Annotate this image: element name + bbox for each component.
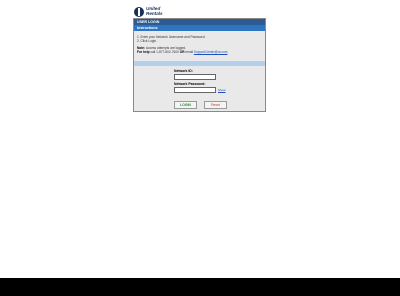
support-email-link[interactable]: SupportCenter@ur.com (194, 50, 228, 54)
help-email-prefix: email (185, 50, 194, 54)
show-password-link[interactable]: Show (218, 88, 226, 92)
instructions-body: 1. Enter your Network Username and Passw… (137, 35, 263, 54)
help-or-label: OR (179, 50, 185, 54)
page-background: United Rentals USER LOGIN Instructions 1… (0, 0, 400, 278)
bottom-black-bar (0, 278, 400, 296)
reset-button[interactable]: Reset (204, 101, 227, 109)
network-password-input[interactable] (174, 87, 216, 93)
network-password-label: Network Password: (174, 82, 206, 86)
logo-mark-icon (134, 7, 144, 17)
united-rentals-logo: United Rentals (134, 6, 163, 18)
network-id-input[interactable] (174, 74, 216, 80)
help-label: For help (137, 50, 150, 54)
help-line: For help call 1-877-802-7600 OR email Su… (137, 50, 263, 54)
network-id-label: Network ID: (174, 69, 193, 73)
section-divider-band (134, 61, 265, 66)
login-panel: USER LOGIN Instructions 1. Enter your Ne… (133, 18, 266, 112)
logo-line-2: Rentals (146, 11, 163, 16)
instructions-heading: Instructions (134, 25, 265, 31)
help-phone: call 1-877-802-7600 (150, 50, 179, 54)
login-button[interactable]: LOGIN (174, 101, 197, 109)
logo-text: United Rentals (146, 7, 163, 16)
